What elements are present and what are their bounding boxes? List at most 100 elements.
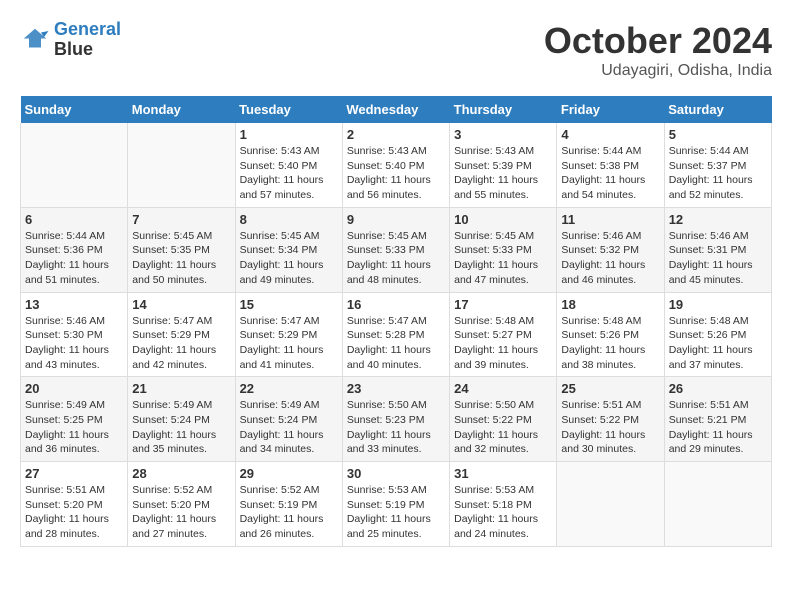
calendar-cell: 24 Sunrise: 5:50 AMSunset: 5:22 PMDayligh… [450,377,557,462]
day-info: Sunrise: 5:50 AMSunset: 5:23 PMDaylight:… [347,398,445,457]
calendar-cell: 9Sunrise: 5:45 AMSunset: 5:33 PMDaylight… [342,207,449,292]
column-header-friday: Friday [557,96,664,123]
calendar-cell: 16 Sunrise: 5:47 AMSunset: 5:28 PMDayligh… [342,292,449,377]
day-info: Sunrise: 5:47 AMSunset: 5:28 PMDaylight:… [347,314,445,373]
day-info: Sunrise: 5:44 AMSunset: 5:38 PMDaylight:… [561,144,659,203]
header-row: SundayMondayTuesdayWednesdayThursdayFrid… [21,96,772,123]
day-number: 16 [347,297,445,312]
calendar-cell: 5 Sunrise: 5:44 AMSunset: 5:37 PMDaylight… [664,123,771,207]
calendar-cell: 4 Sunrise: 5:44 AMSunset: 5:38 PMDaylight… [557,123,664,207]
calendar-cell: 30 Sunrise: 5:53 AMSunset: 5:19 PMDayligh… [342,462,449,547]
calendar-cell [21,123,128,207]
day-info: Sunrise: 5:47 AMSunset: 5:29 PMDaylight:… [240,314,338,373]
day-number: 11 [561,212,659,227]
calendar-cell [128,123,235,207]
column-header-thursday: Thursday [450,96,557,123]
day-number: 8 [240,212,338,227]
day-info: Sunrise: 5:51 AMSunset: 5:22 PMDaylight:… [561,398,659,457]
day-number: 23 [347,381,445,396]
day-number: 20 [25,381,123,396]
day-info: Sunrise: 5:44 AMSunset: 5:36 PMDaylight:… [25,229,123,288]
calendar-cell: 22 Sunrise: 5:49 AMSunset: 5:24 PMDayligh… [235,377,342,462]
calendar-cell [557,462,664,547]
calendar-week-1: 1Sunrise: 5:43 AMSunset: 5:40 PMDaylight… [21,123,772,207]
calendar-cell: 12Sunrise: 5:46 AMSunset: 5:31 PMDayligh… [664,207,771,292]
day-number: 27 [25,466,123,481]
calendar-cell: 6 Sunrise: 5:44 AMSunset: 5:36 PMDaylight… [21,207,128,292]
day-number: 10 [454,212,552,227]
day-info: Sunrise: 5:49 AMSunset: 5:24 PMDaylight:… [240,398,338,457]
calendar-week-3: 13 Sunrise: 5:46 AMSunset: 5:30 PMDayligh… [21,292,772,377]
calendar-cell: 17Sunrise: 5:48 AMSunset: 5:27 PMDayligh… [450,292,557,377]
column-header-monday: Monday [128,96,235,123]
day-info: Sunrise: 5:47 AMSunset: 5:29 PMDaylight:… [132,314,230,373]
day-number: 2 [347,127,445,142]
calendar-cell: 15Sunrise: 5:47 AMSunset: 5:29 PMDayligh… [235,292,342,377]
day-number: 4 [561,127,659,142]
day-number: 30 [347,466,445,481]
day-number: 19 [669,297,767,312]
day-number: 31 [454,466,552,481]
calendar-week-5: 27 Sunrise: 5:51 AMSunset: 5:20 PMDayligh… [21,462,772,547]
day-info: Sunrise: 5:44 AMSunset: 5:37 PMDaylight:… [669,144,767,203]
calendar-cell: 21Sunrise: 5:49 AMSunset: 5:24 PMDayligh… [128,377,235,462]
day-number: 12 [669,212,767,227]
day-info: Sunrise: 5:48 AMSunset: 5:26 PMDaylight:… [561,314,659,373]
day-number: 24 [454,381,552,396]
day-number: 6 [25,212,123,227]
calendar-cell: 1Sunrise: 5:43 AMSunset: 5:40 PMDaylight… [235,123,342,207]
calendar-cell: 19 Sunrise: 5:48 AMSunset: 5:26 PMDayligh… [664,292,771,377]
day-info: Sunrise: 5:51 AMSunset: 5:20 PMDaylight:… [25,483,123,542]
day-number: 22 [240,381,338,396]
day-number: 1 [240,127,338,142]
column-header-saturday: Saturday [664,96,771,123]
day-number: 7 [132,212,230,227]
day-info: Sunrise: 5:52 AMSunset: 5:19 PMDaylight:… [240,483,338,542]
day-number: 28 [132,466,230,481]
calendar-cell: 29Sunrise: 5:52 AMSunset: 5:19 PMDayligh… [235,462,342,547]
calendar-cell: 23 Sunrise: 5:50 AMSunset: 5:23 PMDayligh… [342,377,449,462]
column-header-wednesday: Wednesday [342,96,449,123]
title-area: October 2024 Udayagiri, Odisha, India [544,20,772,80]
month-title: October 2024 [544,20,772,62]
day-info: Sunrise: 5:46 AMSunset: 5:32 PMDaylight:… [561,229,659,288]
day-info: Sunrise: 5:53 AMSunset: 5:18 PMDaylight:… [454,483,552,542]
calendar-cell: 26Sunrise: 5:51 AMSunset: 5:21 PMDayligh… [664,377,771,462]
day-info: Sunrise: 5:48 AMSunset: 5:26 PMDaylight:… [669,314,767,373]
day-number: 14 [132,297,230,312]
column-header-tuesday: Tuesday [235,96,342,123]
day-info: Sunrise: 5:51 AMSunset: 5:21 PMDaylight:… [669,398,767,457]
day-info: Sunrise: 5:43 AMSunset: 5:39 PMDaylight:… [454,144,552,203]
logo: GeneralBlue [20,20,121,60]
location-title: Udayagiri, Odisha, India [544,62,772,80]
logo-text: GeneralBlue [54,20,121,60]
calendar-cell: 11 Sunrise: 5:46 AMSunset: 5:32 PMDayligh… [557,207,664,292]
calendar-cell [664,462,771,547]
day-number: 18 [561,297,659,312]
day-info: Sunrise: 5:52 AMSunset: 5:20 PMDaylight:… [132,483,230,542]
day-info: Sunrise: 5:45 AMSunset: 5:35 PMDaylight:… [132,229,230,288]
logo-icon [20,25,50,55]
day-info: Sunrise: 5:45 AMSunset: 5:34 PMDaylight:… [240,229,338,288]
calendar-cell: 31 Sunrise: 5:53 AMSunset: 5:18 PMDayligh… [450,462,557,547]
calendar-cell: 20Sunrise: 5:49 AMSunset: 5:25 PMDayligh… [21,377,128,462]
calendar-cell: 2Sunrise: 5:43 AMSunset: 5:40 PMDaylight… [342,123,449,207]
day-info: Sunrise: 5:48 AMSunset: 5:27 PMDaylight:… [454,314,552,373]
calendar-cell: 25 Sunrise: 5:51 AMSunset: 5:22 PMDayligh… [557,377,664,462]
calendar-table: SundayMondayTuesdayWednesdayThursdayFrid… [20,96,772,547]
calendar-cell: 28 Sunrise: 5:52 AMSunset: 5:20 PMDayligh… [128,462,235,547]
day-info: Sunrise: 5:45 AMSunset: 5:33 PMDaylight:… [454,229,552,288]
day-info: Sunrise: 5:53 AMSunset: 5:19 PMDaylight:… [347,483,445,542]
day-number: 13 [25,297,123,312]
day-info: Sunrise: 5:50 AMSunset: 5:22 PMDaylight:… [454,398,552,457]
day-number: 25 [561,381,659,396]
day-number: 5 [669,127,767,142]
calendar-cell: 27 Sunrise: 5:51 AMSunset: 5:20 PMDayligh… [21,462,128,547]
calendar-week-4: 20Sunrise: 5:49 AMSunset: 5:25 PMDayligh… [21,377,772,462]
page-header: GeneralBlue October 2024 Udayagiri, Odis… [20,20,772,80]
calendar-week-2: 6 Sunrise: 5:44 AMSunset: 5:36 PMDaylight… [21,207,772,292]
day-number: 3 [454,127,552,142]
calendar-cell: 10 Sunrise: 5:45 AMSunset: 5:33 PMDayligh… [450,207,557,292]
day-info: Sunrise: 5:46 AMSunset: 5:30 PMDaylight:… [25,314,123,373]
calendar-cell: 3 Sunrise: 5:43 AMSunset: 5:39 PMDaylight… [450,123,557,207]
